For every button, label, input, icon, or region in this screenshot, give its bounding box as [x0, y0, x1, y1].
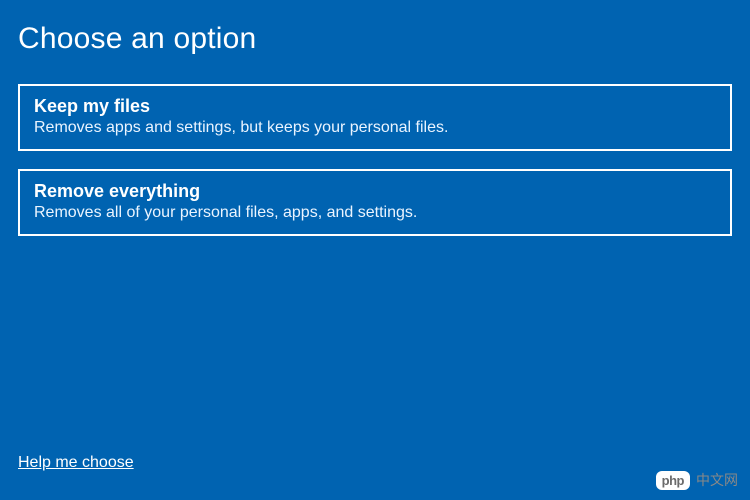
option-keep-my-files[interactable]: Keep my files Removes apps and settings,… [18, 84, 732, 151]
option-title: Remove everything [34, 181, 716, 202]
watermark-text: 中文网 [696, 470, 738, 490]
options-list: Keep my files Removes apps and settings,… [18, 84, 732, 236]
reset-options-screen: Choose an option Keep my files Removes a… [0, 0, 750, 500]
option-title: Keep my files [34, 96, 716, 117]
option-description: Removes all of your personal files, apps… [34, 204, 716, 222]
watermark-logo: php [656, 471, 690, 490]
help-me-choose-link[interactable]: Help me choose [18, 454, 134, 472]
option-description: Removes apps and settings, but keeps you… [34, 119, 716, 137]
watermark: php 中文网 [656, 470, 738, 490]
option-remove-everything[interactable]: Remove everything Removes all of your pe… [18, 169, 732, 236]
page-title: Choose an option [18, 22, 732, 56]
